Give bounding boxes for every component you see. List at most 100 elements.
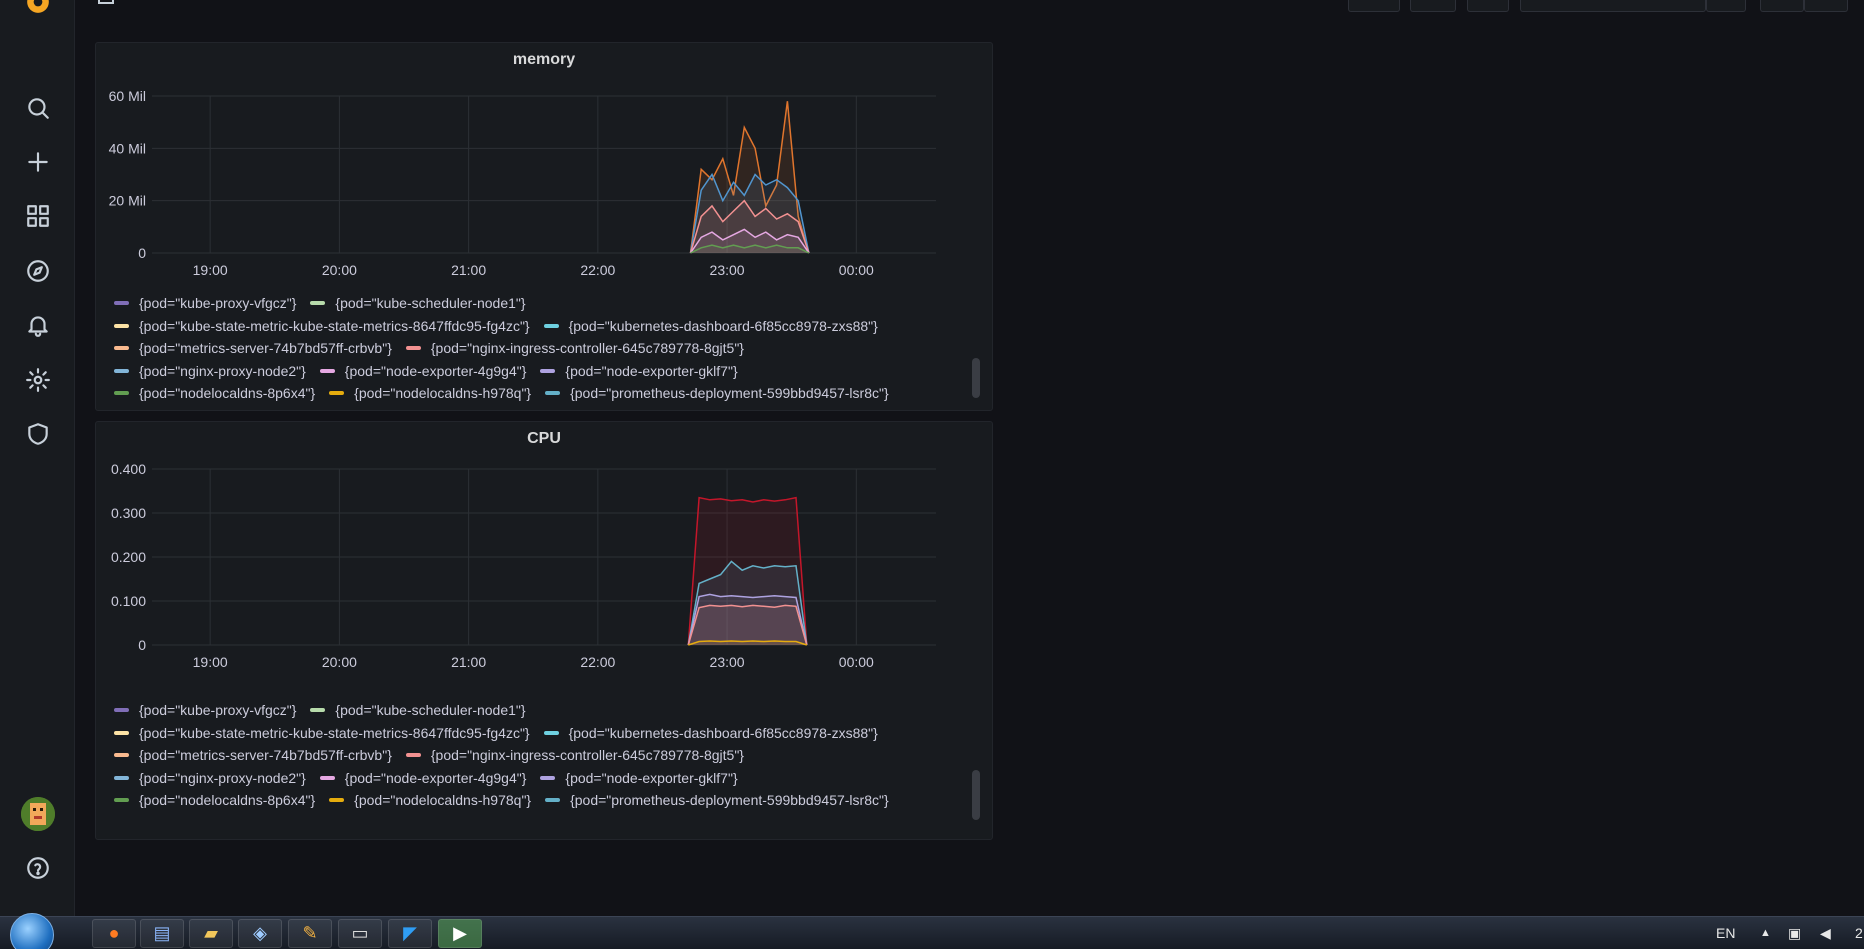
help-icon[interactable] — [22, 852, 54, 884]
legend-swatch[interactable] — [405, 346, 421, 350]
legend-item[interactable]: {pod="node-exporter-4g9g4"} — [319, 770, 527, 786]
legend-label[interactable]: {pod="kube-proxy-vfgcz"} — [139, 702, 296, 718]
legend-item[interactable]: {pod="nodelocaldns-8p6x4"} — [114, 792, 315, 808]
legend-label[interactable]: {pod="metrics-server-74b7bd57ff-crbvb"} — [139, 747, 392, 763]
legend-swatch[interactable] — [114, 753, 129, 757]
legend-label[interactable]: {pod="nodelocaldns-h978q"} — [354, 792, 531, 808]
start-button[interactable] — [10, 913, 54, 949]
plus-icon[interactable] — [22, 146, 54, 178]
legend-item[interactable]: {pod="nginx-proxy-node2"} — [114, 363, 306, 379]
legend-item[interactable]: {pod="node-exporter-4g9g4"} — [319, 363, 527, 379]
time-range-picker[interactable] — [1520, 0, 1706, 12]
legend-label[interactable]: {pod="metrics-server-74b7bd57ff-crbvb"} — [139, 340, 392, 356]
legend-label[interactable]: {pod="kube-scheduler-node1"} — [335, 295, 525, 311]
legend-item[interactable]: {pod="kube-state-metric-kube-state-metri… — [114, 318, 530, 334]
legend-item[interactable]: {pod="prometheus-deployment-599bbd9457-l… — [545, 792, 889, 808]
legend-swatch[interactable] — [114, 346, 129, 350]
legend-swatch[interactable] — [310, 708, 326, 712]
user-avatar[interactable] — [21, 797, 55, 831]
cpu-panel[interactable]: CPU 0 0.100 0.200 0.300 0.400 19:00 20:00 21:00… — [95, 421, 993, 840]
dashboards-icon[interactable] — [22, 200, 54, 232]
legend-item[interactable]: {pod="nginx-ingress-controller-645c78977… — [405, 747, 744, 763]
legend-label[interactable]: {pod="kubernetes-dashboard-6f85cc8978-zx… — [569, 725, 878, 741]
legend-label[interactable]: {pod="nginx-ingress-controller-645c78977… — [431, 340, 744, 356]
virtualbox-taskbar-button[interactable]: ◈ — [238, 919, 282, 948]
legend-label[interactable]: {pod="prometheus-deployment-599bbd9457-l… — [570, 385, 889, 401]
legend-swatch[interactable] — [545, 391, 561, 395]
refresh-button[interactable] — [1760, 0, 1804, 12]
terminal-taskbar-button[interactable]: ▭ — [338, 919, 382, 948]
legend-scrollbar[interactable] — [972, 770, 980, 820]
legend-item[interactable]: {pod="kubernetes-dashboard-6f85cc8978-zx… — [543, 318, 878, 334]
alerting-bell-icon[interactable] — [22, 309, 54, 341]
active-app-taskbar-button[interactable]: ▶ — [438, 919, 482, 948]
toolbar-button-save[interactable] — [1410, 0, 1456, 12]
explorer-taskbar-button[interactable]: ▰ — [189, 919, 233, 948]
legend-swatch[interactable] — [114, 708, 129, 712]
notepad-taskbar-button[interactable]: ▤ — [140, 919, 184, 948]
legend-label[interactable]: {pod="prometheus-deployment-599bbd9457-l… — [570, 792, 889, 808]
legend-item[interactable]: {pod="kube-scheduler-node1"} — [310, 295, 526, 311]
volume-icon[interactable]: ◀ — [1820, 925, 1831, 942]
legend-item[interactable]: {pod="prometheus-deployment-599bbd9457-l… — [545, 385, 889, 401]
language-indicator[interactable]: EN — [1716, 925, 1735, 941]
legend-item[interactable]: {pod="nodelocaldns-h978q"} — [329, 385, 531, 401]
legend-item[interactable]: {pod="nginx-proxy-node2"} — [114, 770, 306, 786]
legend-swatch[interactable] — [114, 323, 129, 328]
paint-taskbar-button[interactable]: ✎ — [288, 919, 332, 948]
legend-swatch[interactable] — [114, 391, 129, 395]
grafana-logo-icon[interactable] — [22, 0, 54, 18]
legend-label[interactable]: {pod="nodelocaldns-8p6x4"} — [139, 385, 315, 401]
legend-item[interactable]: {pod="nginx-ingress-controller-645c78977… — [405, 340, 744, 356]
legend-label[interactable]: {pod="kube-proxy-vfgcz"} — [139, 295, 296, 311]
explore-compass-icon[interactable] — [22, 255, 54, 287]
legend-swatch[interactable] — [543, 323, 559, 328]
dashboard-grid-icon[interactable] — [98, 0, 114, 4]
legend-item[interactable]: {pod="kube-scheduler-node1"} — [310, 702, 526, 718]
legend-item[interactable]: {pod="node-exporter-gklf7"} — [540, 770, 738, 786]
legend-swatch[interactable] — [114, 798, 129, 802]
legend-item[interactable]: {pod="kube-proxy-vfgcz"} — [114, 702, 296, 718]
time-range-zoom[interactable] — [1706, 0, 1746, 12]
legend-swatch[interactable] — [114, 301, 129, 305]
legend-label[interactable]: {pod="node-exporter-4g9g4"} — [345, 770, 527, 786]
tray-expand-icon[interactable]: ▲ — [1760, 927, 1771, 939]
legend-swatch[interactable] — [114, 368, 129, 373]
legend-item[interactable]: {pod="nodelocaldns-h978q"} — [329, 792, 531, 808]
legend-label[interactable]: {pod="kube-state-metric-kube-state-metri… — [139, 318, 530, 334]
legend-item[interactable]: {pod="kubernetes-dashboard-6f85cc8978-zx… — [543, 725, 878, 741]
network-icon[interactable]: ▣ — [1788, 925, 1801, 942]
vscode-taskbar-button[interactable]: ◤ — [388, 919, 432, 948]
legend-item[interactable]: {pod="node-exporter-gklf7"} — [540, 363, 738, 379]
legend-item[interactable]: {pod="kube-state-metric-kube-state-metri… — [114, 725, 530, 741]
toolbar-button-settings[interactable] — [1467, 0, 1509, 12]
refresh-interval-dropdown[interactable] — [1804, 0, 1848, 12]
legend-swatch[interactable] — [543, 730, 559, 735]
legend-swatch[interactable] — [329, 798, 345, 802]
legend-label[interactable]: {pod="node-exporter-gklf7"} — [565, 363, 737, 379]
legend-label[interactable]: {pod="nodelocaldns-h978q"} — [354, 385, 531, 401]
legend-item[interactable]: {pod="kube-proxy-vfgcz"} — [114, 295, 296, 311]
legend-swatch[interactable] — [329, 391, 345, 395]
legend-swatch[interactable] — [114, 775, 129, 780]
legend-item[interactable]: {pod="metrics-server-74b7bd57ff-crbvb"} — [114, 747, 392, 763]
legend-swatch[interactable] — [405, 753, 421, 757]
legend-item[interactable]: {pod="nodelocaldns-8p6x4"} — [114, 385, 315, 401]
legend-swatch[interactable] — [310, 301, 326, 305]
legend-swatch[interactable] — [319, 775, 335, 780]
configuration-gear-icon[interactable] — [22, 364, 54, 396]
legend-label[interactable]: {pod="kube-scheduler-node1"} — [335, 702, 525, 718]
legend-label[interactable]: {pod="nginx-ingress-controller-645c78977… — [431, 747, 744, 763]
legend-swatch[interactable] — [319, 368, 335, 373]
firefox-taskbar-button[interactable]: ● — [92, 919, 136, 948]
legend-swatch[interactable] — [540, 775, 556, 780]
legend-label[interactable]: {pod="kubernetes-dashboard-6f85cc8978-zx… — [569, 318, 878, 334]
legend-label[interactable]: {pod="node-exporter-4g9g4"} — [345, 363, 527, 379]
toolbar-button-graph[interactable] — [1348, 0, 1400, 12]
memory-panel[interactable]: memory 0 20 Mil 40 Mil 60 Mil 19:00 20:00 21:0… — [95, 42, 993, 411]
legend-swatch[interactable] — [540, 368, 556, 373]
server-admin-shield-icon[interactable] — [22, 418, 54, 450]
legend-label[interactable]: {pod="node-exporter-gklf7"} — [565, 770, 737, 786]
search-icon[interactable] — [22, 92, 54, 124]
legend-label[interactable]: {pod="nginx-proxy-node2"} — [139, 770, 306, 786]
